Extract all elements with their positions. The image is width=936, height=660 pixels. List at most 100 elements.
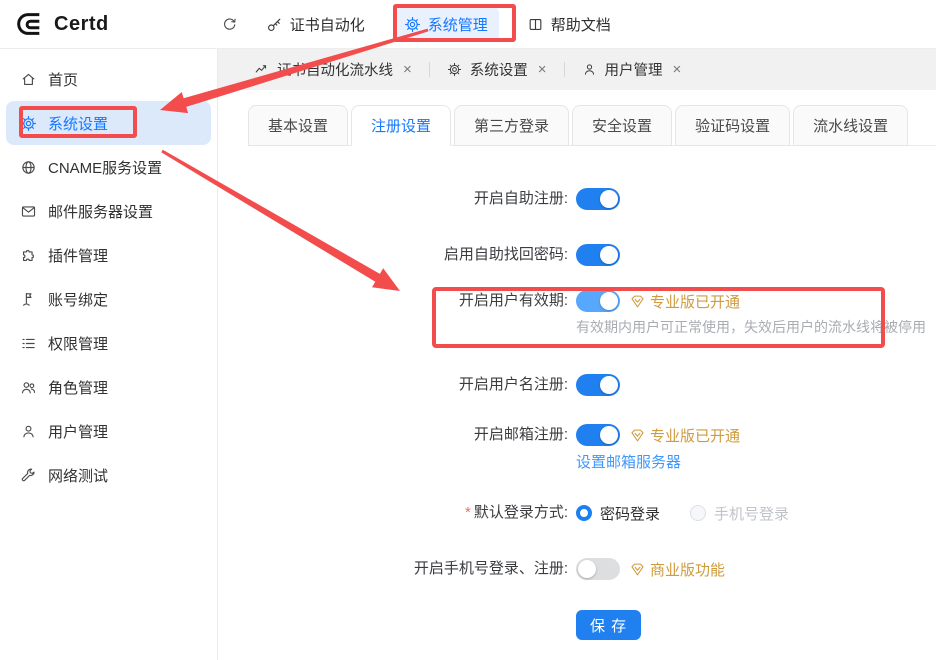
gear-icon <box>20 115 37 132</box>
register-settings-form: 开启自助注册: 启用自助找回密码: 开启用户有效期: 专业版已开通 <box>248 188 936 640</box>
setup-mail-server-link[interactable]: 设置邮箱服务器 <box>576 451 740 472</box>
toggle-knob <box>600 190 618 208</box>
sidebar-item-account-binding[interactable]: 账号绑定 <box>6 277 211 321</box>
sidebar-item-label: 用户管理 <box>48 421 108 442</box>
sidebar-item-label: CNAME服务设置 <box>48 157 162 178</box>
sidebar-item-system-settings[interactable]: 系统设置 <box>6 101 211 145</box>
sidebar-item-label: 权限管理 <box>48 333 108 354</box>
business-version-badge: 商业版功能 <box>629 559 725 580</box>
user-expiry-toggle[interactable] <box>576 290 620 312</box>
puzzle-icon <box>20 247 37 264</box>
sidebar-item-mail-server[interactable]: 邮件服务器设置 <box>6 189 211 233</box>
vip-gem-icon <box>629 427 646 444</box>
field-label: *默认登录方式: <box>248 502 568 524</box>
tab-divider <box>429 62 430 77</box>
book-icon <box>527 16 544 33</box>
workspace-tab-label: 用户管理 <box>605 59 663 80</box>
tab-register-settings[interactable]: 注册设置 <box>351 105 451 146</box>
tab-third-party-login[interactable]: 第三方登录 <box>454 105 569 146</box>
workspace-tab-system-settings[interactable]: 系统设置 × <box>437 59 557 80</box>
workspace-tab-user-management[interactable]: 用户管理 × <box>572 59 692 80</box>
app-title: Certd <box>54 13 109 36</box>
tab-security-settings[interactable]: 安全设置 <box>572 105 672 146</box>
field-label: 开启用户名注册: <box>248 374 568 396</box>
field-label: 开启邮箱注册: <box>248 424 568 446</box>
certd-logo-icon <box>14 9 44 39</box>
nav-item-system-management[interactable]: 系统管理 <box>393 7 499 42</box>
sidebar-item-permission-management[interactable]: 权限管理 <box>6 321 211 365</box>
user-expiry-description: 有效期内用户可正常使用，失效后用户的流水线将被停用 <box>576 317 926 337</box>
workspace-tab-label: 系统设置 <box>470 59 528 80</box>
close-icon[interactable]: × <box>538 62 547 77</box>
form-row-user-expiry: 开启用户有效期: 专业版已开通 有效期内用户可正常使用，失效后用户的流水线将被停… <box>248 290 936 337</box>
radio-password-login[interactable]: 密码登录 <box>576 503 660 524</box>
field-label: 启用自助找回密码: <box>248 244 568 266</box>
refresh-icon <box>221 16 238 33</box>
username-register-toggle[interactable] <box>576 374 620 396</box>
sidebar-item-label: 邮件服务器设置 <box>48 201 153 222</box>
toggle-knob <box>600 376 618 394</box>
gear-icon <box>404 16 421 33</box>
nav-label: 帮助文档 <box>551 14 611 35</box>
form-row-email-register: 开启邮箱注册: 专业版已开通 设置邮箱服务器 <box>248 424 936 472</box>
radio-label: 密码登录 <box>600 503 660 524</box>
tab-pipeline-settings[interactable]: 流水线设置 <box>793 105 908 146</box>
form-row-default-login: *默认登录方式: 密码登录 手机号登录 <box>248 502 936 524</box>
users-icon <box>20 379 37 396</box>
sidebar-item-home[interactable]: 首页 <box>6 57 211 101</box>
user-icon <box>582 62 597 77</box>
line-chart-icon <box>254 62 269 77</box>
sidebar-item-user-management[interactable]: 用户管理 <box>6 409 211 453</box>
mail-icon <box>20 203 37 220</box>
toggle-knob <box>578 560 596 578</box>
self-register-toggle[interactable] <box>576 188 620 210</box>
app-header: Certd 证书自动化 系统管理 帮助文档 <box>0 0 936 49</box>
radio-disabled-icon <box>690 505 706 521</box>
home-icon <box>20 71 37 88</box>
save-button[interactable]: 保 存 <box>576 610 641 640</box>
field-label-text: 默认登录方式: <box>474 504 568 521</box>
workspace-tab-pipeline[interactable]: 证书自动化流水线 × <box>244 59 422 80</box>
sidebar-item-label: 插件管理 <box>48 245 108 266</box>
toggle-knob <box>600 292 618 310</box>
sidebar: 首页 系统设置 CNAME服务设置 邮件服务器设置 插件管理 账号绑定 权限管理… <box>0 49 218 660</box>
pro-version-badge: 专业版已开通 <box>629 291 740 312</box>
sidebar-item-network-test[interactable]: 网络测试 <box>6 453 211 497</box>
sidebar-item-label: 系统设置 <box>48 113 108 134</box>
sidebar-item-role-management[interactable]: 角色管理 <box>6 365 211 409</box>
nav-item-help-docs[interactable]: 帮助文档 <box>527 14 611 35</box>
tab-basic-settings[interactable]: 基本设置 <box>248 105 348 146</box>
sidebar-item-label: 角色管理 <box>48 377 108 398</box>
list-icon <box>20 335 37 352</box>
field-label: 开启用户有效期: <box>248 290 568 312</box>
toggle-knob <box>600 426 618 444</box>
tab-divider <box>564 62 565 77</box>
flag-icon <box>20 291 37 308</box>
phone-login-toggle[interactable] <box>576 558 620 580</box>
nav-label: 证书自动化 <box>290 14 365 35</box>
top-navigation: 证书自动化 系统管理 帮助文档 <box>221 7 611 42</box>
sidebar-item-plugin-management[interactable]: 插件管理 <box>6 233 211 277</box>
form-row-self-register: 开启自助注册: <box>248 188 936 210</box>
nav-item-cert-automation[interactable]: 证书自动化 <box>266 14 365 35</box>
badge-label: 商业版功能 <box>650 559 725 580</box>
badge-label: 专业版已开通 <box>650 425 740 446</box>
badge-label: 专业版已开通 <box>650 291 740 312</box>
close-icon[interactable]: × <box>403 62 412 77</box>
sidebar-item-label: 网络测试 <box>48 465 108 486</box>
required-mark: * <box>465 504 471 521</box>
self-find-password-toggle[interactable] <box>576 244 620 266</box>
gear-icon <box>447 62 462 77</box>
refresh-button[interactable] <box>221 16 238 33</box>
globe-icon <box>20 159 37 176</box>
settings-tabs: 基本设置 注册设置 第三方登录 安全设置 验证码设置 流水线设置 <box>248 105 936 146</box>
key-icon <box>266 16 283 33</box>
vip-gem-icon <box>629 561 646 578</box>
email-register-toggle[interactable] <box>576 424 620 446</box>
tab-captcha-settings[interactable]: 验证码设置 <box>675 105 790 146</box>
sidebar-item-cname-service[interactable]: CNAME服务设置 <box>6 145 211 189</box>
workspace-tabstrip: 证书自动化流水线 × 系统设置 × 用户管理 × <box>218 49 936 90</box>
field-label: 开启手机号登录、注册: <box>248 558 568 580</box>
app-logo[interactable]: Certd <box>14 9 109 39</box>
close-icon[interactable]: × <box>673 62 682 77</box>
